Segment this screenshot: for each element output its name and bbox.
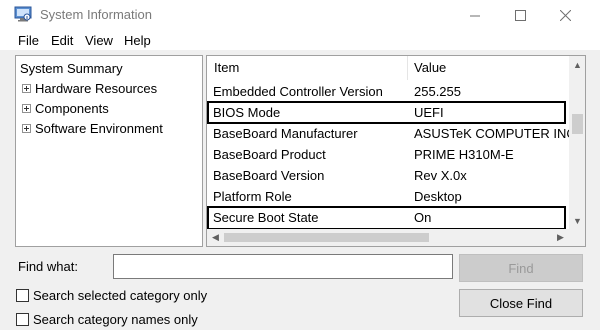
column-divider[interactable] bbox=[407, 56, 408, 80]
row-item: Platform Role bbox=[213, 189, 292, 204]
search-selected-category-option[interactable]: Search selected category only bbox=[16, 288, 207, 303]
title-bar: System Information bbox=[0, 0, 600, 30]
vertical-scroll-thumb[interactable] bbox=[572, 114, 583, 134]
scroll-down-icon[interactable]: ▼ bbox=[569, 212, 585, 229]
menu-help[interactable]: Help bbox=[124, 33, 151, 48]
checkbox[interactable] bbox=[16, 313, 29, 326]
find-what-input[interactable] bbox=[113, 254, 453, 279]
row-value: Rev X.0x bbox=[414, 168, 467, 183]
minimize-button[interactable] bbox=[452, 0, 498, 30]
row-item: BaseBoard Product bbox=[213, 147, 326, 162]
horizontal-scroll-thumb[interactable] bbox=[224, 233, 429, 242]
scroll-right-icon[interactable]: ▶ bbox=[552, 229, 569, 246]
column-header-value[interactable]: Value bbox=[414, 56, 446, 80]
vertical-scrollbar[interactable]: ▲ ▼ bbox=[569, 56, 585, 246]
row-value: PRIME H310M-E bbox=[414, 147, 514, 162]
plus-box-icon[interactable] bbox=[22, 103, 31, 113]
tree-item-label: System Summary bbox=[20, 60, 123, 76]
table-row[interactable]: BaseBoard Manufacturer ASUSTeK COMPUTER … bbox=[207, 123, 579, 144]
highlight-box-bios-mode bbox=[207, 101, 566, 124]
menu-file[interactable]: File bbox=[18, 33, 39, 48]
menu-edit[interactable]: Edit bbox=[51, 33, 73, 48]
find-button[interactable]: Find bbox=[459, 254, 583, 282]
row-item: Embedded Controller Version bbox=[213, 84, 383, 99]
table-row[interactable]: Embedded Controller Version 255.255 bbox=[207, 81, 569, 102]
row-value: Desktop bbox=[414, 189, 462, 204]
tree-item-label: Components bbox=[35, 100, 109, 116]
maximize-icon bbox=[514, 9, 526, 21]
tree-item-system-summary[interactable]: System Summary bbox=[20, 58, 123, 78]
horizontal-scrollbar[interactable]: ◀ ▶ bbox=[207, 229, 569, 246]
scroll-up-icon[interactable]: ▲ bbox=[569, 56, 585, 73]
plus-box-icon[interactable] bbox=[22, 83, 31, 93]
tree-item-components[interactable]: Components bbox=[22, 98, 109, 118]
system-information-icon bbox=[14, 6, 32, 22]
checkbox-label: Search selected category only bbox=[33, 288, 208, 303]
column-header-item[interactable]: Item bbox=[214, 56, 239, 80]
table-row[interactable]: Platform Role Desktop bbox=[207, 186, 569, 207]
category-tree[interactable]: System Summary Hardware Resources Compon… bbox=[15, 55, 203, 247]
find-what-label: Find what: bbox=[18, 259, 78, 274]
highlight-box-secure-boot bbox=[207, 206, 566, 230]
close-find-button[interactable]: Close Find bbox=[459, 289, 583, 317]
row-item: BaseBoard Version bbox=[213, 168, 325, 183]
table-row[interactable]: BaseBoard Version Rev X.0x bbox=[207, 165, 569, 186]
search-category-names-option[interactable]: Search category names only bbox=[16, 312, 198, 327]
maximize-button[interactable] bbox=[497, 0, 543, 30]
details-list[interactable]: Item Value Embedded Controller Version 2… bbox=[206, 55, 586, 247]
close-icon bbox=[559, 9, 571, 21]
tree-item-label: Hardware Resources bbox=[35, 80, 158, 96]
menu-bar: File Edit View Help bbox=[0, 30, 600, 50]
scrollbar-corner bbox=[569, 229, 585, 246]
table-row[interactable]: BaseBoard Product PRIME H310M-E bbox=[207, 144, 569, 165]
tree-item-label: Software Environment bbox=[35, 120, 163, 136]
close-button[interactable] bbox=[542, 0, 588, 30]
window-title: System Information bbox=[40, 7, 152, 22]
row-item: BaseBoard Manufacturer bbox=[213, 126, 358, 141]
checkbox-label: Search category names only bbox=[33, 312, 198, 327]
scroll-left-icon[interactable]: ◀ bbox=[207, 229, 224, 246]
row-value: ASUSTeK COMPUTER INC. bbox=[414, 126, 580, 141]
tree-item-hardware-resources[interactable]: Hardware Resources bbox=[22, 78, 157, 98]
row-value: 255.255 bbox=[414, 84, 461, 99]
minimize-icon bbox=[469, 15, 480, 16]
tree-item-software-environment[interactable]: Software Environment bbox=[22, 118, 163, 138]
checkbox[interactable] bbox=[16, 289, 29, 302]
menu-view[interactable]: View bbox=[85, 33, 113, 48]
plus-box-icon[interactable] bbox=[22, 123, 31, 133]
